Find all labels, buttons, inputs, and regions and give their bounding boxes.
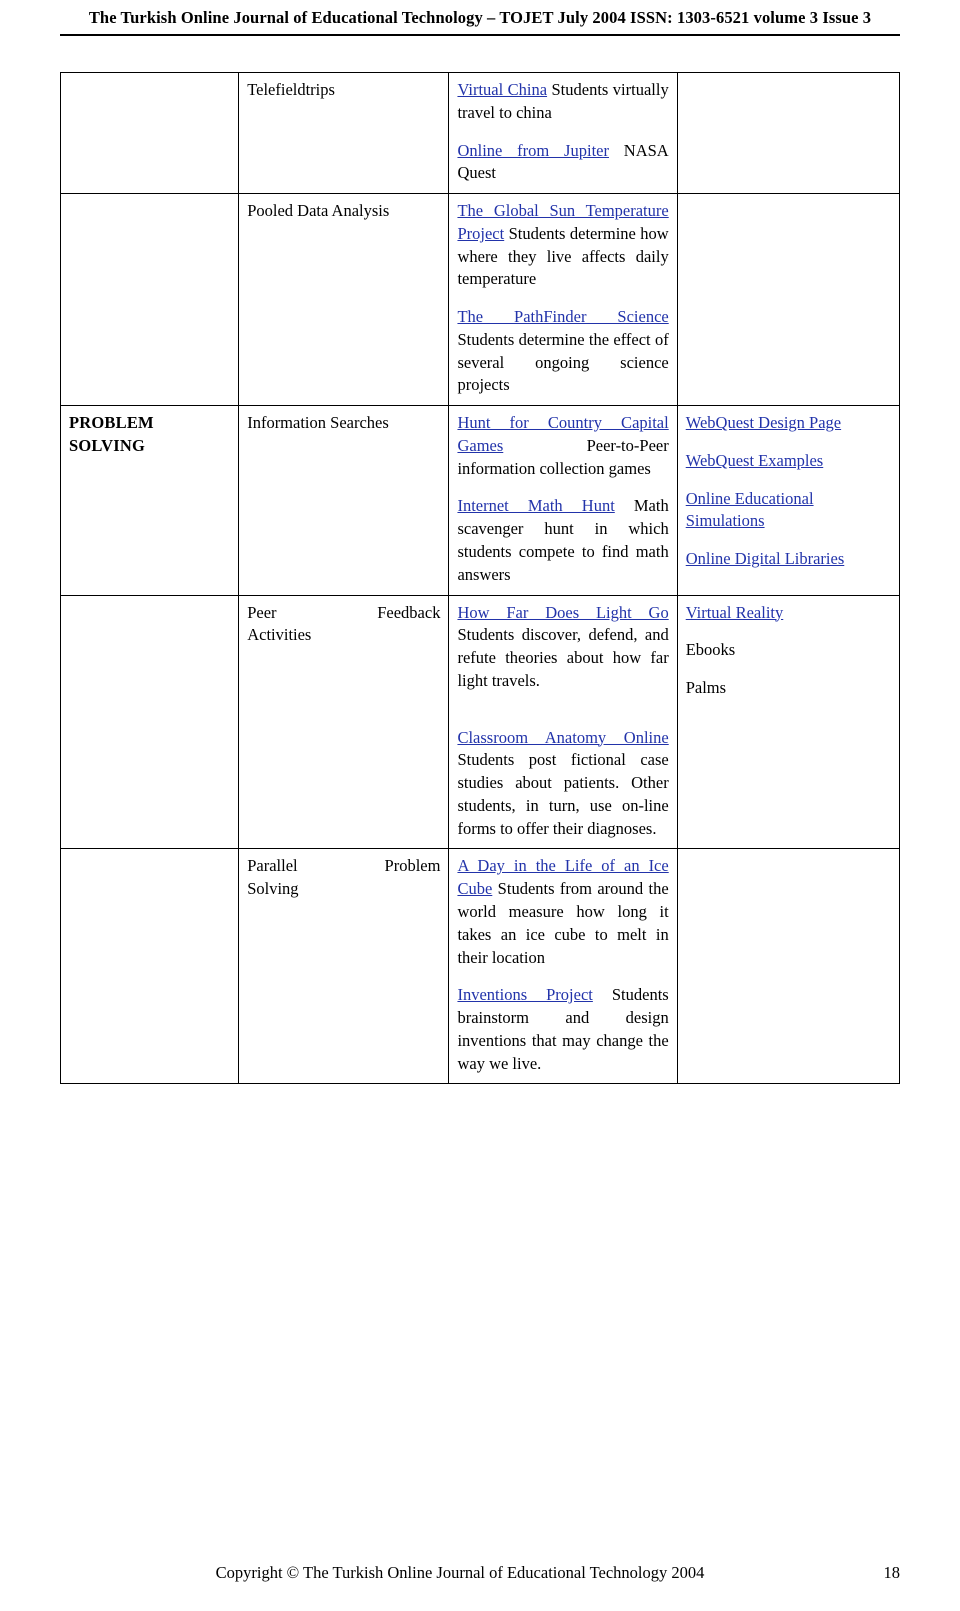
example-text: Students determine the effect of several… (457, 329, 669, 395)
category-cell (59, 848, 240, 1085)
resource-entry: Online Educational Simulations (686, 488, 891, 534)
examples-cell: Hunt for Country Capital Games Peer-to-P… (448, 405, 678, 596)
running-head: The Turkish Online Journal of Educationa… (88, 8, 872, 27)
resource-entry: Palms (686, 677, 891, 700)
examples-cell: A Day in the Life of an Ice Cube Student… (448, 848, 678, 1085)
strategy-label-line: Parallel Problem (247, 855, 440, 878)
example-link[interactable]: Virtual China (457, 80, 547, 99)
strategy-label-line: Peer Feedback (247, 602, 440, 625)
strategy-label-line2: Solving (247, 879, 299, 899)
strategy-cell: Peer Feedback Activities (238, 594, 450, 850)
example-link[interactable]: How Far Does Light Go (457, 603, 668, 622)
example-entry: Hunt for Country Capital Games Peer-to-P… (457, 412, 668, 480)
resource-link[interactable]: WebQuest Design Page (686, 413, 841, 432)
footer-page-number: 18 (883, 1563, 901, 1582)
footer-copyright: Copyright © The Turkish Online Journal o… (215, 1563, 705, 1582)
example-text: Students post fictional case studies abo… (457, 750, 669, 838)
category-cell: PROBLEM SOLVING (59, 405, 240, 596)
strategy-cell: Parallel Problem Solving (238, 848, 450, 1085)
example-link[interactable]: Classroom Anatomy Online (457, 728, 668, 747)
strategy-label-left: Parallel (247, 856, 298, 876)
example-text: Students discover, defend, and refute th… (457, 625, 669, 690)
page-footer: Copyright © The Turkish Online Journal o… (60, 1563, 900, 1583)
example-link[interactable]: Internet Math Hunt (457, 496, 614, 515)
resource-entry: Ebooks (686, 639, 891, 662)
example-link[interactable]: Inventions Project (457, 985, 592, 1004)
example-link[interactable]: Online from Jupiter (457, 141, 609, 160)
strategy-label-right: Feedback (377, 602, 441, 622)
example-entry: The PathFinder Science Students determin… (457, 306, 668, 397)
example-entry: Classroom Anatomy Online Students post f… (457, 727, 668, 841)
table-row: Pooled Data Analysis The Global Sun Temp… (59, 193, 901, 407)
resource-entry: WebQuest Examples (686, 450, 891, 473)
resource-text: Ebooks (685, 640, 736, 660)
table-row: Telefieldtrips Virtual China Students vi… (59, 71, 901, 195)
table-row: PROBLEM SOLVING Information Searches Hun… (59, 405, 901, 596)
category-cell (59, 71, 240, 195)
table-row: Parallel Problem Solving A Day in the Li… (59, 848, 901, 1085)
resource-link[interactable]: Online Digital Libraries (686, 549, 845, 568)
examples-cell: How Far Does Light Go Students discover,… (448, 594, 678, 850)
strategy-label: Pooled Data Analysis (247, 201, 390, 221)
strategy-label: Information Searches (247, 413, 389, 433)
example-link[interactable]: The PathFinder Science (457, 307, 668, 326)
resource-link[interactable]: WebQuest Examples (686, 451, 824, 470)
category-label: PROBLEM SOLVING (69, 413, 154, 455)
strategy-cell: Pooled Data Analysis (238, 193, 450, 407)
category-cell (59, 193, 240, 407)
resource-link[interactable]: Virtual Reality (686, 603, 784, 622)
example-entry: Virtual China Students virtually travel … (457, 79, 668, 125)
resources-cell (676, 848, 901, 1085)
example-entry: The Global Sun Temperature Project Stude… (457, 200, 668, 291)
resource-entry: WebQuest Design Page (686, 412, 891, 435)
strategy-cell: Telefieldtrips (238, 71, 450, 195)
example-entry: How Far Does Light Go Students discover,… (457, 602, 668, 693)
strategies-table: Telefieldtrips Virtual China Students vi… (59, 71, 901, 1085)
table-container: Telefieldtrips Virtual China Students vi… (59, 71, 901, 1085)
resource-entry: Virtual Reality (686, 602, 891, 625)
examples-cell: The Global Sun Temperature Project Stude… (448, 193, 678, 407)
strategy-label-right: Problem (384, 856, 441, 876)
example-entry: A Day in the Life of an Ice Cube Student… (457, 855, 668, 969)
strategy-cell: Information Searches (238, 405, 450, 596)
resources-cell: WebQuest Design Page WebQuest Examples O… (676, 405, 901, 596)
example-entry: Online from Jupiter NASA Quest (457, 140, 668, 186)
resource-entry: Online Digital Libraries (686, 548, 891, 571)
strategy-label-left: Peer (247, 602, 277, 622)
table-row: Peer Feedback Activities How Far Does Li… (59, 594, 901, 850)
resource-link[interactable]: Online Educational Simulations (686, 488, 891, 534)
example-entry: Internet Math Hunt Math scavenger hunt i… (457, 495, 668, 586)
example-entry: Inventions Project Students brainstorm a… (457, 984, 668, 1075)
strategy-label-line2: Activities (247, 625, 312, 645)
category-cell (59, 594, 240, 850)
resources-cell (676, 193, 901, 407)
examples-cell: Virtual China Students virtually travel … (448, 71, 678, 195)
resources-cell: Virtual Reality Ebooks Palms (676, 594, 901, 850)
document-page: The Turkish Online Journal of Educationa… (0, 0, 960, 1611)
header-rule (60, 34, 900, 36)
resource-text: Palms (685, 678, 727, 698)
resources-cell (676, 71, 901, 195)
strategy-label: Telefieldtrips (247, 80, 335, 99)
